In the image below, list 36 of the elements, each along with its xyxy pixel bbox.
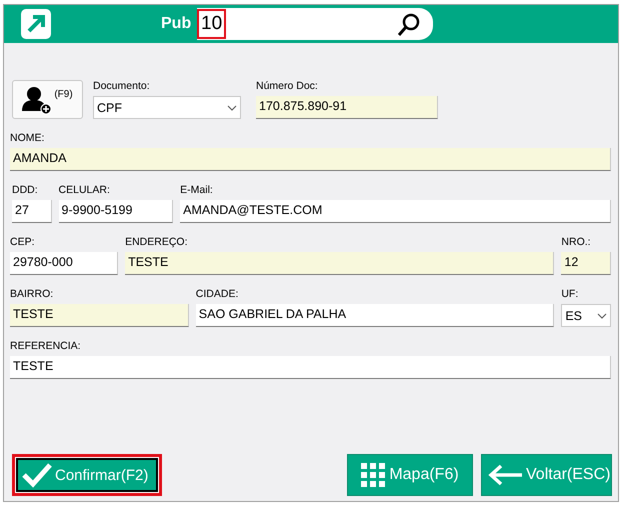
caret-icon — [597, 312, 607, 318]
input-field[interactable]: 29780-000 — [10, 252, 118, 275]
caret-icon — [227, 104, 237, 110]
field-label: REFERENCIA: — [10, 340, 82, 353]
search-label: Pub — [161, 15, 192, 33]
field-label: Documento: — [93, 80, 151, 93]
app-logo-icon — [21, 9, 51, 39]
input-field[interactable]: 12 — [561, 252, 611, 275]
field-label: NOME: — [10, 132, 46, 145]
input-field[interactable]: AMANDA — [10, 148, 611, 171]
input-field[interactable]: AMANDA@TESTE.COM — [180, 200, 611, 223]
search-icon[interactable] — [397, 13, 421, 37]
field-label: E-Mail: — [180, 184, 214, 197]
input-field[interactable]: TESTE — [10, 304, 189, 327]
input-field[interactable]: SAO GABRIEL DA PALHA — [196, 304, 554, 327]
input-field[interactable]: TESTE — [125, 252, 554, 275]
field-label: Número Doc: — [256, 80, 319, 93]
field-label: ENDEREÇO: — [125, 236, 189, 249]
field-label: BAIRRO: — [10, 288, 54, 301]
field-label: DDD: — [12, 184, 39, 197]
search-field[interactable]: 10 — [197, 8, 433, 40]
field-label: CIDADE: — [196, 288, 240, 301]
input-field[interactable]: TESTE — [10, 356, 611, 379]
dropdown[interactable]: CPF — [93, 96, 241, 119]
field-label: CELULAR: — [58, 184, 111, 197]
input-field[interactable]: 27 — [12, 200, 52, 223]
input-field[interactable]: 9-9900-5199 — [58, 200, 174, 223]
field-label: NRO.: — [561, 236, 592, 249]
grid-icon — [361, 463, 386, 487]
add-person-icon — [22, 84, 52, 114]
left-arrow-icon — [488, 463, 522, 487]
dropdown[interactable]: ES — [561, 304, 611, 327]
field-label: CEP: — [10, 236, 36, 249]
input-field[interactable]: 170.875.890-91 — [256, 96, 438, 119]
field-label: UF: — [561, 288, 580, 301]
add-person-button[interactable]: (F9) — [12, 80, 83, 119]
